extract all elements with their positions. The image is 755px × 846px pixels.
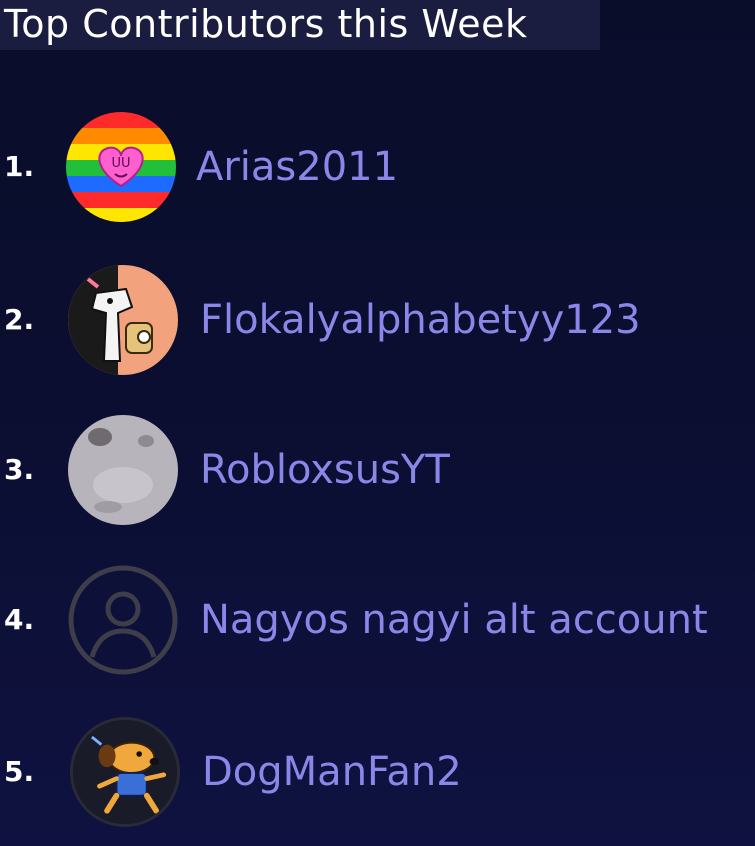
contributor-row-3[interactable]: 3. RobloxsusYT — [0, 410, 755, 530]
rank-number: 1. — [4, 150, 35, 183]
contributor-row-2[interactable]: 2. Flokalyalphabetyy123 — [0, 260, 755, 380]
top-contributors-panel: Top Contributors this Week 1. UU Arias20… — [0, 0, 755, 846]
dog-man-avatar-icon[interactable] — [70, 717, 180, 827]
contributor-name[interactable]: Nagyos nagyi alt account — [200, 560, 708, 680]
rank-number: 4. — [4, 603, 35, 636]
contributor-name[interactable]: Flokalyalphabetyy123 — [200, 260, 641, 380]
contributor-row-1[interactable]: 1. UU Arias2011 — [0, 107, 755, 227]
contributor-row-4[interactable]: 4. Nagyos nagyi alt account — [0, 560, 755, 680]
contributor-name[interactable]: DogManFan2 — [202, 712, 462, 832]
rank-number: 3. — [4, 453, 35, 486]
cartoon-character-avatar-icon[interactable] — [68, 265, 178, 375]
rainbow-heart-avatar-icon[interactable]: UU — [66, 112, 176, 222]
contributor-row-5[interactable]: 5. DogManFan2 — [0, 712, 755, 832]
gray-photo-avatar-icon[interactable] — [68, 415, 178, 525]
rank-number: 5. — [4, 755, 35, 788]
contributor-name[interactable]: Arias2011 — [196, 107, 398, 227]
svg-text:UU: UU — [111, 156, 130, 171]
panel-title: Top Contributors this Week — [0, 0, 600, 50]
default-user-icon[interactable] — [68, 565, 178, 675]
rank-number: 2. — [4, 303, 35, 336]
contributor-name[interactable]: RobloxsusYT — [200, 410, 450, 530]
